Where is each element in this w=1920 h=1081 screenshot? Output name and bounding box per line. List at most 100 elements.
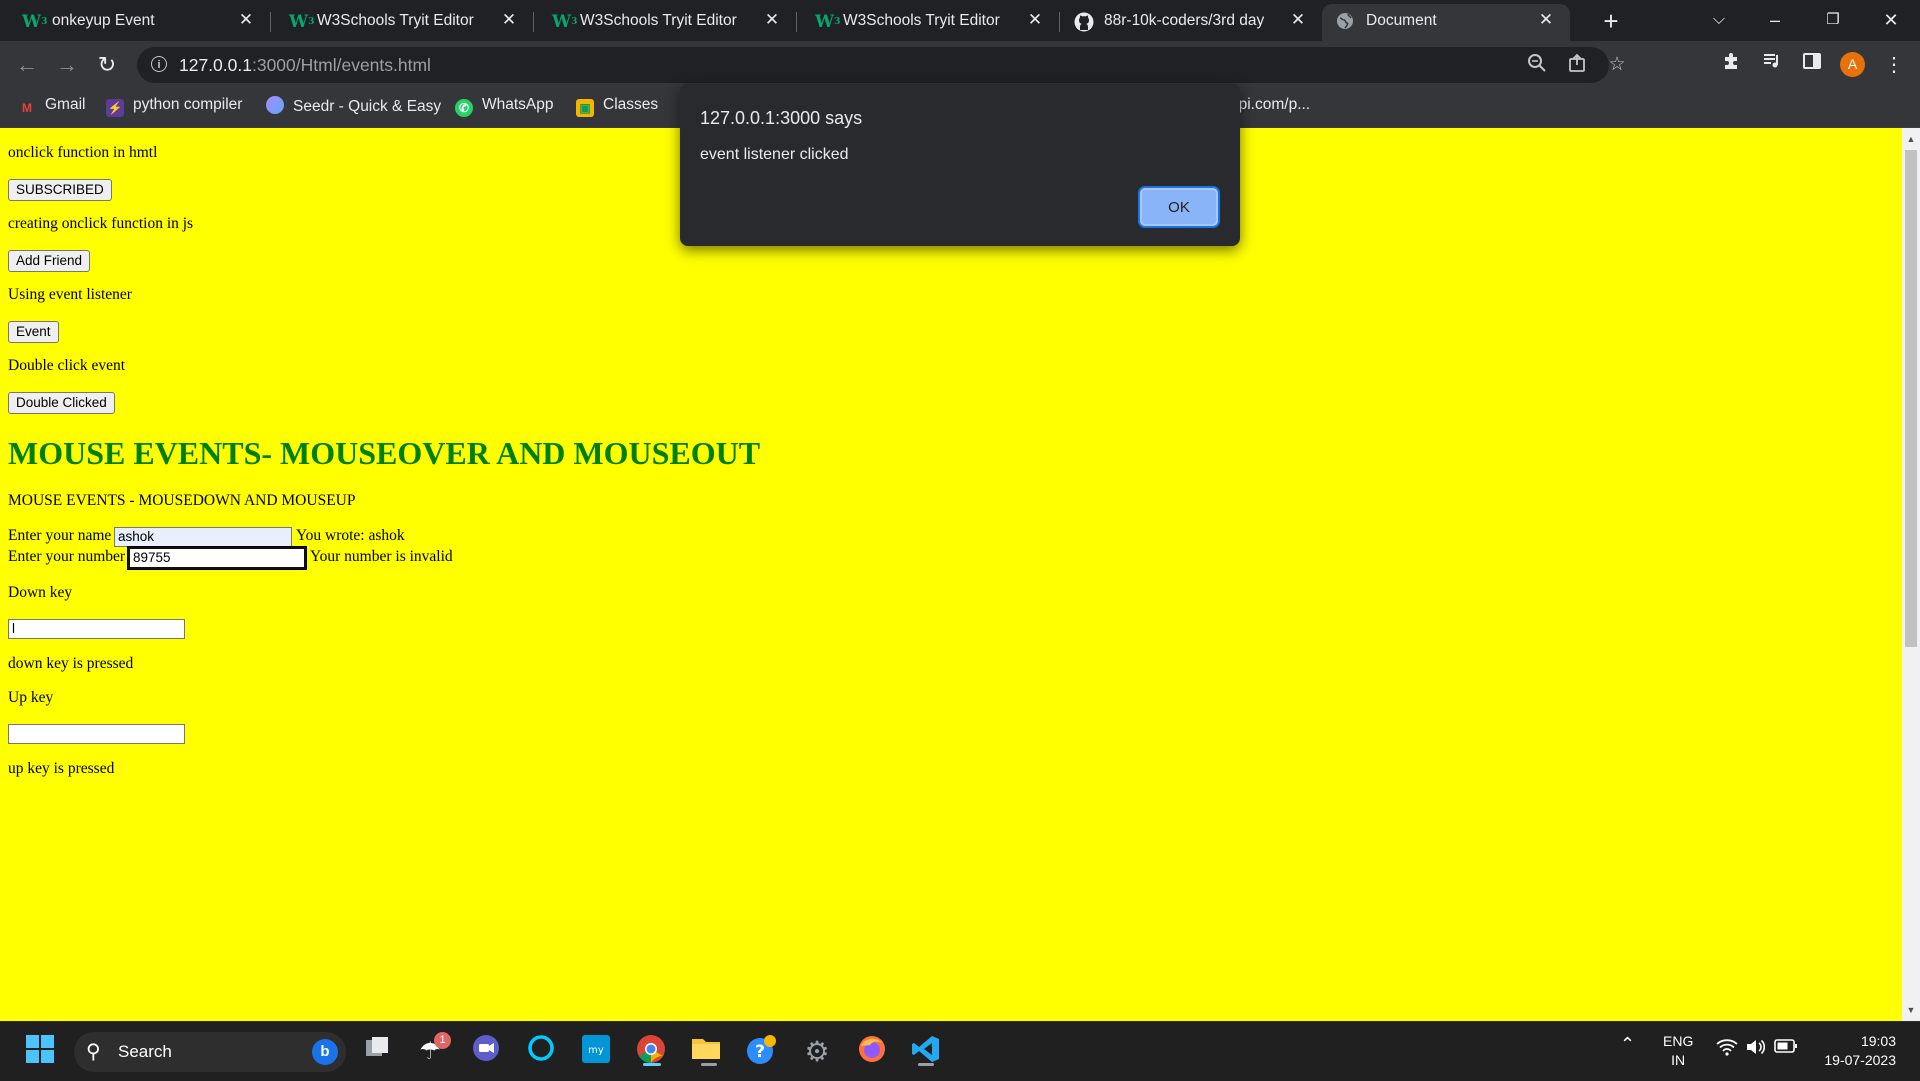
restore-button[interactable]: ❐ xyxy=(1805,4,1861,36)
label-onclick-html: onclick function in hmtl xyxy=(8,144,158,161)
down-key-input[interactable]: l xyxy=(8,619,185,639)
scroll-up-icon[interactable]: ▲ xyxy=(1906,134,1916,144)
site-info-icon[interactable]: i xyxy=(151,56,167,72)
profile-avatar[interactable]: A xyxy=(1840,52,1865,77)
alert-dialog: 127.0.0.1:3000 says event listener click… xyxy=(680,84,1240,246)
label-down-key: Down key xyxy=(8,584,73,601)
share-icon[interactable] xyxy=(1565,53,1589,77)
running-indicator xyxy=(701,1063,717,1066)
close-icon[interactable]: ✕ xyxy=(762,10,782,30)
file-explorer-icon[interactable] xyxy=(688,1034,724,1070)
close-icon[interactable]: ✕ xyxy=(1025,10,1045,30)
clock-time: 19:03 xyxy=(1860,1033,1896,1049)
bookmark-gmail[interactable]: M Gmail xyxy=(18,96,85,120)
back-icon[interactable]: ← xyxy=(13,51,41,79)
tab-title: W3Schools Tryit Editor xyxy=(843,12,1000,29)
close-icon[interactable]: ✕ xyxy=(236,10,256,30)
page-scrollbar[interactable]: ▲ ▼ xyxy=(1902,128,1920,1021)
close-window-button[interactable]: ✕ xyxy=(1863,4,1919,36)
up-key-input[interactable] xyxy=(8,724,185,744)
label-event-listener: Using event listener xyxy=(8,286,132,303)
tab-w3schools-1[interactable]: W3 W3Schools Tryit Editor ✕ xyxy=(271,4,533,41)
new-tab-button[interactable]: + xyxy=(1597,8,1625,36)
bookmark-seedr[interactable]: Seedr - Quick & Easy xyxy=(266,96,441,120)
windows-start-icon[interactable] xyxy=(22,1034,58,1070)
task-view-icon[interactable] xyxy=(359,1034,395,1070)
bookmark-python-compiler[interactable]: ⚡ python compiler xyxy=(106,96,242,120)
number-input[interactable]: 89755 xyxy=(127,546,307,570)
github-icon xyxy=(1074,12,1094,32)
show-hidden-icons-icon[interactable]: ⌃ xyxy=(1620,1034,1635,1055)
close-icon[interactable]: ✕ xyxy=(1536,10,1556,30)
tab-document[interactable]: Document ✕ xyxy=(1322,4,1570,41)
tab-w3schools-3[interactable]: W3 W3Schools Tryit Editor ✕ xyxy=(797,4,1059,41)
wifi-icon[interactable] xyxy=(1716,1038,1738,1059)
mouse-events-heading[interactable]: MOUSE EVENTS- MOUSEOVER AND MOUSEOUT xyxy=(8,435,760,472)
tab-title: W3Schools Tryit Editor xyxy=(317,12,474,29)
zoom-icon[interactable] xyxy=(1525,53,1549,77)
weather-icon[interactable]: ☂ 1 xyxy=(412,1032,451,1070)
bookmark-classes[interactable]: ▣ Classes xyxy=(576,96,658,120)
double-clicked-button[interactable]: Double Clicked xyxy=(8,392,115,414)
media-control-icon[interactable] xyxy=(1758,51,1786,79)
event-button[interactable]: Event xyxy=(8,321,59,343)
tab-title: Document xyxy=(1366,12,1437,29)
bookmark-whatsapp[interactable]: ✆ WhatsApp xyxy=(455,96,554,120)
reload-icon[interactable]: ↻ xyxy=(93,51,121,79)
myhp-icon[interactable]: my xyxy=(578,1034,614,1070)
number-output: Your number is invalid xyxy=(310,548,453,565)
weather-badge: 1 xyxy=(434,1032,451,1049)
menu-dots-icon[interactable]: ⋮ xyxy=(1880,51,1908,79)
tab-github[interactable]: 88r-10k-coders/3rd day pr ✕ xyxy=(1060,4,1322,41)
side-panel-icon[interactable] xyxy=(1798,51,1826,79)
volume-icon[interactable] xyxy=(1745,1037,1767,1060)
alexa-icon[interactable] xyxy=(523,1034,559,1070)
chrome-icon[interactable] xyxy=(633,1034,669,1070)
bing-icon[interactable]: b xyxy=(312,1039,338,1065)
up-key-status: up key is pressed xyxy=(8,760,115,777)
vscode-icon[interactable] xyxy=(908,1034,944,1070)
tab-w3schools-2[interactable]: W3 W3Schools Tryit Editor ✕ xyxy=(534,4,796,41)
w3schools-icon: W3 xyxy=(552,12,578,32)
minimize-button[interactable]: – xyxy=(1747,4,1803,36)
tab-search-icon[interactable]: ⌵ xyxy=(1691,4,1747,36)
bookmark-api[interactable]: api.com/p... xyxy=(1230,96,1310,120)
page-viewport: onclick function in hmtl SUBSCRIBED crea… xyxy=(0,128,1902,1021)
classroom-icon: ▣ xyxy=(576,99,594,117)
clock[interactable]: 19:03 19-07-2023 xyxy=(1816,1032,1896,1070)
add-friend-button[interactable]: Add Friend xyxy=(8,250,91,272)
scrollbar-thumb[interactable] xyxy=(1905,150,1917,647)
battery-icon[interactable] xyxy=(1774,1038,1798,1057)
close-icon[interactable]: ✕ xyxy=(499,10,519,30)
tab-title: 88r-10k-coders/3rd day pr xyxy=(1104,12,1264,29)
forward-icon[interactable]: → xyxy=(53,51,81,79)
label-onclick-js: creating onclick function in js xyxy=(8,215,194,232)
label-name: Enter your name xyxy=(8,527,112,544)
gmail-icon: M xyxy=(22,101,32,115)
language-indicator[interactable]: ENG IN xyxy=(1663,1032,1693,1070)
tab-onkeyup-event[interactable]: W3 onkeyup Event ✕ xyxy=(0,4,270,41)
scroll-down-icon[interactable]: ▼ xyxy=(1906,1005,1916,1015)
browser-toolbar: ← → ↻ i 127.0.0.1:3000/Html/events.html … xyxy=(0,41,1920,88)
teams-meet-icon[interactable] xyxy=(468,1034,504,1070)
firefox-icon[interactable] xyxy=(854,1034,890,1070)
address-bar[interactable]: i 127.0.0.1:3000/Html/events.html ☆ xyxy=(137,47,1626,83)
svg-text:?: ? xyxy=(755,1042,765,1062)
globe-icon xyxy=(1336,12,1356,32)
get-help-icon[interactable]: ? xyxy=(744,1034,780,1070)
label-mousedown[interactable]: MOUSE EVENTS - MOUSEDOWN AND MOUSEUP xyxy=(8,492,355,510)
active-indicator xyxy=(643,1063,661,1066)
name-input[interactable]: ashok xyxy=(114,527,292,547)
url-text[interactable]: 127.0.0.1:3000/Html/events.html xyxy=(179,55,431,76)
extensions-icon[interactable] xyxy=(1717,51,1745,79)
close-icon[interactable]: ✕ xyxy=(1288,10,1308,30)
seedr-icon xyxy=(266,96,284,114)
subscribed-button[interactable]: SUBSCRIBED xyxy=(8,179,112,201)
w3schools-icon: W3 xyxy=(22,12,48,32)
ok-button[interactable]: OK xyxy=(1140,188,1218,226)
settings-icon[interactable]: ⚙ xyxy=(799,1034,835,1070)
bookmark-star-icon[interactable]: ☆ xyxy=(1605,53,1629,77)
svg-text:my: my xyxy=(588,1045,604,1056)
whatsapp-icon: ✆ xyxy=(455,99,473,117)
taskbar-search[interactable]: ⚲ Search b xyxy=(74,1032,346,1072)
